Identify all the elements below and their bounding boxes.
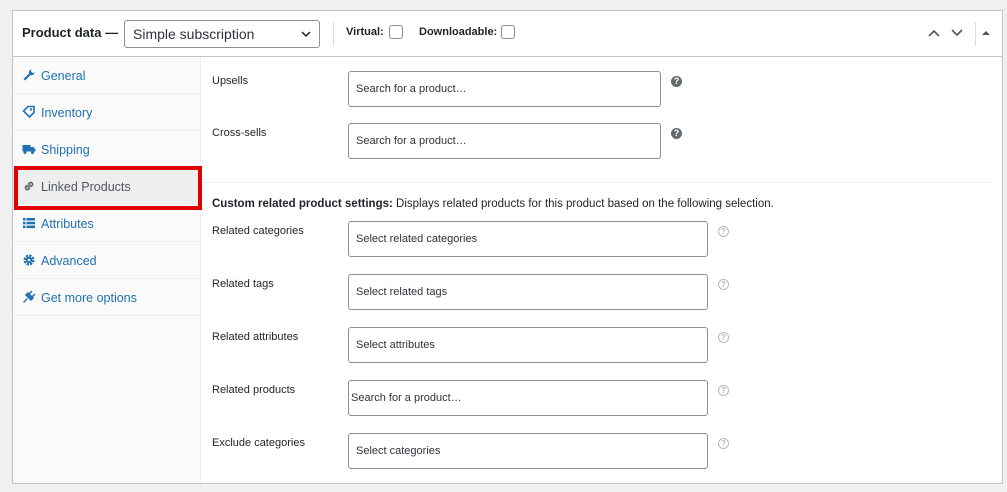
move-down-icon[interactable]	[950, 27, 964, 39]
cross-sells-input[interactable]: Search for a product…	[348, 123, 661, 159]
virtual-label: Virtual:	[346, 26, 384, 38]
product-data-tabs: General Inventory Shipping Linked Produc…	[13, 57, 201, 483]
product-data-title: Product data —	[22, 25, 119, 40]
related-categories-label: Related categories	[212, 225, 304, 237]
tab-general[interactable]: General	[13, 57, 201, 94]
upsells-label: Upsells	[212, 75, 249, 87]
gear-icon	[23, 254, 35, 266]
tab-advanced[interactable]: Advanced	[13, 242, 201, 279]
exclude-categories-label: Exclude categories	[212, 437, 305, 449]
upsells-help-icon[interactable]: ?	[671, 76, 682, 87]
related-attributes-label: Related attributes	[212, 331, 299, 343]
exclude-categories-help-icon[interactable]: ?	[718, 438, 729, 449]
tab-attributes[interactable]: Attributes	[13, 205, 201, 242]
truck-icon	[22, 145, 36, 154]
product-type-select[interactable]: Simple subscription	[124, 20, 320, 48]
related-tags-help-icon[interactable]: ?	[718, 279, 729, 290]
section-divider	[202, 182, 992, 183]
chevron-down-icon	[301, 31, 311, 38]
related-products-help-icon[interactable]: ?	[718, 385, 729, 396]
toggle-panel-icon[interactable]	[979, 27, 993, 39]
tab-get-more-options[interactable]: Get more options	[13, 279, 201, 316]
upsells-input[interactable]: Search for a product…	[348, 71, 661, 107]
wrench-icon	[23, 69, 35, 81]
related-products-input[interactable]: Search for a product…	[348, 380, 708, 416]
cross-sells-label: Cross-sells	[212, 127, 267, 139]
product-type-value: Simple subscription	[133, 26, 255, 42]
custom-related-settings-desc: Displays related products for this produ…	[392, 198, 774, 210]
linked-products-highlight	[14, 166, 202, 210]
linked-products-panel: Upsells Search for a product… ? Cross-se…	[202, 57, 1003, 483]
custom-related-settings-title: Custom related product settings:	[212, 198, 393, 210]
custom-related-settings-note: Custom related product settings: Display…	[212, 198, 774, 210]
downloadable-checkbox[interactable]	[501, 25, 515, 39]
product-data-header: Product data — Simple subscription Virtu…	[13, 11, 1002, 57]
related-categories-help-icon[interactable]: ?	[718, 226, 729, 237]
related-attributes-input[interactable]: Select attributes	[348, 327, 708, 363]
list-icon	[23, 218, 35, 229]
related-tags-input[interactable]: Select related tags	[348, 274, 708, 310]
header-separator-right	[975, 22, 976, 46]
virtual-checkbox[interactable]	[389, 25, 403, 39]
tab-inventory[interactable]: Inventory	[13, 94, 201, 131]
plugin-icon	[23, 290, 36, 303]
downloadable-label: Downloadable:	[419, 26, 498, 38]
cross-sells-help-icon[interactable]: ?	[671, 128, 682, 139]
related-categories-input[interactable]: Select related categories	[348, 221, 708, 257]
related-tags-label: Related tags	[212, 278, 274, 290]
related-attributes-help-icon[interactable]: ?	[718, 332, 729, 343]
tag-icon	[22, 105, 35, 119]
exclude-categories-input[interactable]: Select categories	[348, 433, 708, 469]
header-separator	[333, 22, 334, 46]
product-data-panel: Product data — Simple subscription Virtu…	[12, 10, 1003, 484]
move-up-icon[interactable]	[927, 27, 941, 39]
related-products-label: Related products	[212, 384, 296, 396]
tab-shipping[interactable]: Shipping	[13, 131, 201, 168]
